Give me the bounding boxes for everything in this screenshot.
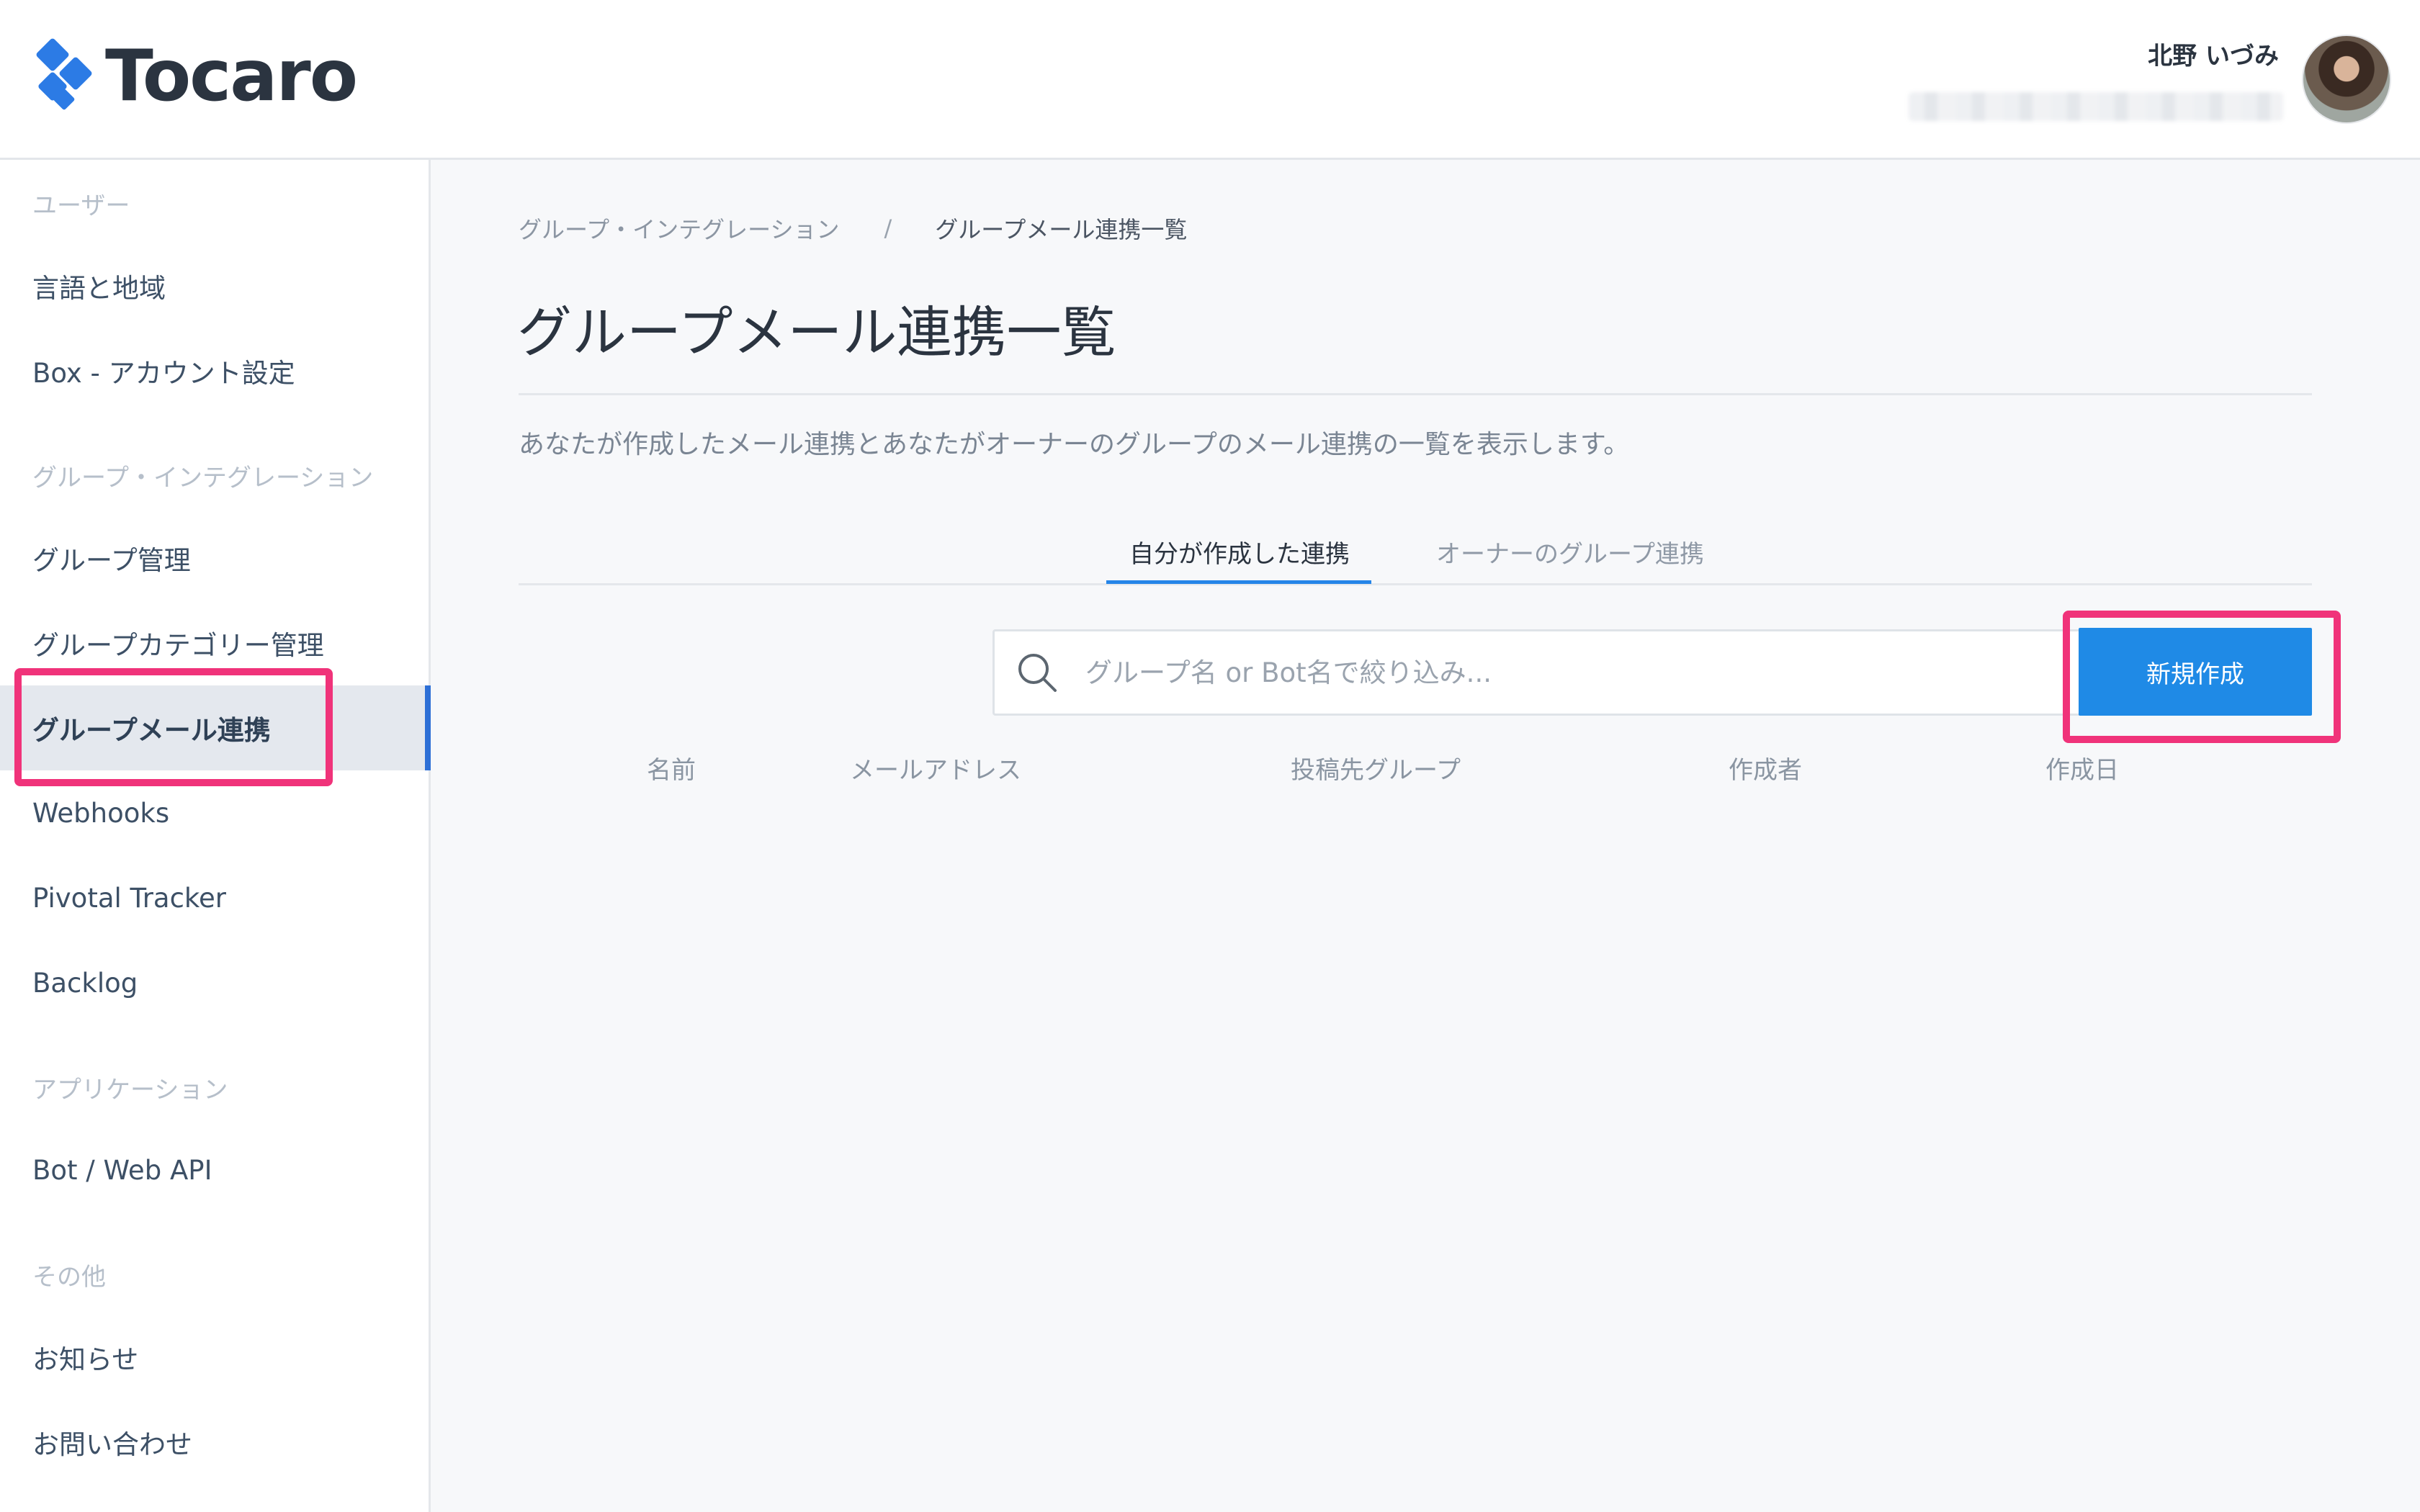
sidebar-item-contact[interactable]: お問い合わせ	[0, 1400, 431, 1485]
sidebar-section-application: アプリケーション	[32, 1076, 228, 1104]
tabs-divider	[519, 583, 2312, 585]
sidebar-item-group-mail[interactable]: グループメール連携	[0, 685, 431, 770]
tocaro-logo-icon	[36, 38, 92, 110]
sidebar-item-webhooks[interactable]: Webhooks	[0, 770, 431, 855]
sidebar-item-bot-web-api[interactable]: Bot / Web API	[0, 1128, 431, 1212]
sidebar-item-pivotal-tracker[interactable]: Pivotal Tracker	[0, 855, 431, 940]
sidebar-item-label: Webhooks	[32, 797, 170, 829]
breadcrumb-parent[interactable]: グループ・インテグレーション	[519, 212, 839, 245]
blurred-user-detail	[1909, 92, 2283, 121]
column-header-name[interactable]: 名前	[647, 750, 696, 786]
sidebar-item-box-account[interactable]: Box - アカウント設定	[0, 328, 431, 413]
sidebar-section-group-integration: グループ・インテグレーション	[32, 464, 374, 492]
breadcrumb-separator: /	[884, 215, 892, 242]
avatar[interactable]	[2302, 35, 2391, 124]
active-tab-indicator	[1106, 580, 1371, 584]
search-input[interactable]	[1084, 656, 2023, 689]
breadcrumb: グループ・インテグレーション / グループメール連携一覧	[519, 212, 1187, 245]
search-icon	[1018, 654, 1057, 692]
sidebar-item-label: Backlog	[32, 967, 138, 999]
column-header-email[interactable]: メールアドレス	[850, 750, 1021, 786]
sidebar-item-label: お知らせ	[32, 1344, 139, 1375]
sidebar-item-label: Box - アカウント設定	[32, 358, 295, 389]
sidebar-item-label: Bot / Web API	[32, 1154, 212, 1186]
search-box	[992, 629, 2087, 716]
sidebar-item-group-category[interactable]: グループカテゴリー管理	[0, 600, 431, 685]
sidebar-item-label: Pivotal Tracker	[32, 882, 227, 914]
app-header: Tocaro 北野 いづみ	[0, 0, 2420, 160]
sidebar-item-backlog[interactable]: Backlog	[0, 940, 431, 1025]
sidebar-item-notifications[interactable]: お知らせ	[0, 1315, 431, 1400]
logo-text: Tocaro	[105, 35, 358, 117]
breadcrumb-current: グループメール連携一覧	[935, 216, 1188, 243]
new-integration-button[interactable]: 新規作成	[2079, 628, 2312, 716]
column-header-creator[interactable]: 作成者	[1729, 750, 1802, 786]
sidebar-item-label: グループ管理	[32, 545, 191, 576]
tab-owner-group-integrations[interactable]: オーナーのグループ連携	[1436, 534, 1704, 570]
sidebar-section-other: その他	[32, 1263, 106, 1292]
user-name[interactable]: 北野 いづみ	[2148, 36, 2279, 71]
sidebar-item-label: グループカテゴリー管理	[32, 630, 324, 661]
sidebar: ユーザー 言語と地域 Box - アカウント設定 グループ・インテグレーション …	[0, 160, 431, 1512]
page-description: あなたが作成したメール連携とあなたがオーナーのグループのメール連携の一覧を表示し…	[519, 430, 1630, 459]
sidebar-item-label: 言語と地域	[32, 273, 166, 304]
page-title: グループメール連携一覧	[517, 300, 1116, 364]
column-header-target-group[interactable]: 投稿先グループ	[1291, 750, 1461, 786]
column-header-created-date[interactable]: 作成日	[2045, 750, 2119, 786]
tab-my-integrations[interactable]: 自分が作成した連携	[1129, 534, 1350, 570]
sidebar-item-label: お問い合わせ	[32, 1429, 192, 1460]
title-divider	[519, 393, 2312, 395]
sidebar-item-language-region[interactable]: 言語と地域	[0, 243, 431, 328]
sidebar-section-user: ユーザー	[32, 192, 130, 220]
sidebar-item-group-management[interactable]: グループ管理	[0, 516, 431, 600]
sidebar-item-label: グループメール連携	[32, 715, 271, 746]
logo[interactable]: Tocaro	[32, 35, 358, 118]
